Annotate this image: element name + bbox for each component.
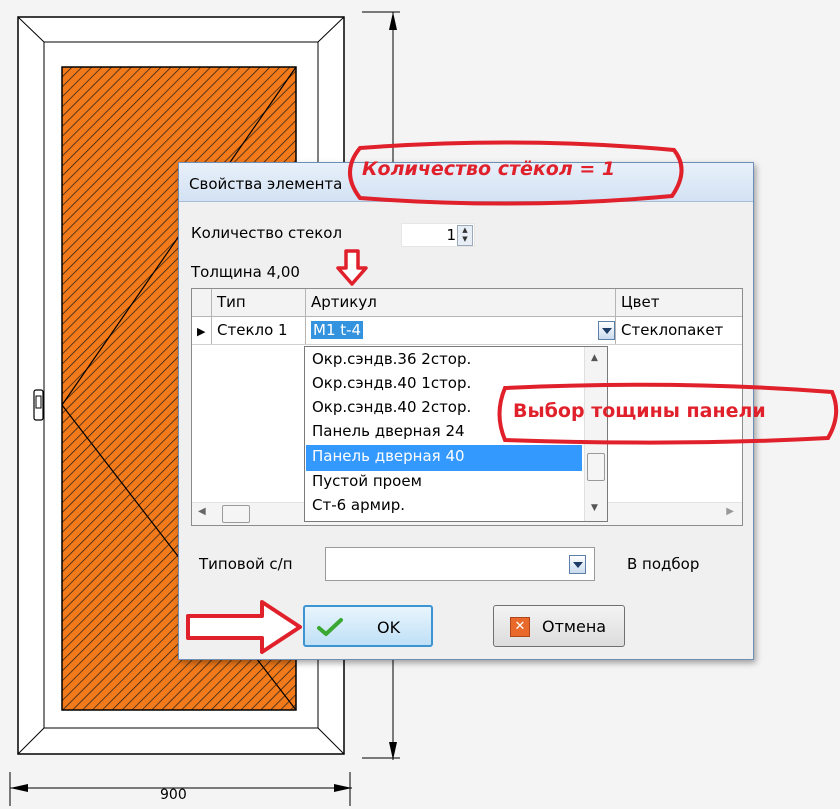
glass-count-annotation: Количество стёкол = 1 [362,158,616,180]
down-arrow-icon [336,249,368,286]
panel-thickness-annotation: Выбор тощины панели [513,400,766,422]
right-arrow-icon [186,600,302,654]
